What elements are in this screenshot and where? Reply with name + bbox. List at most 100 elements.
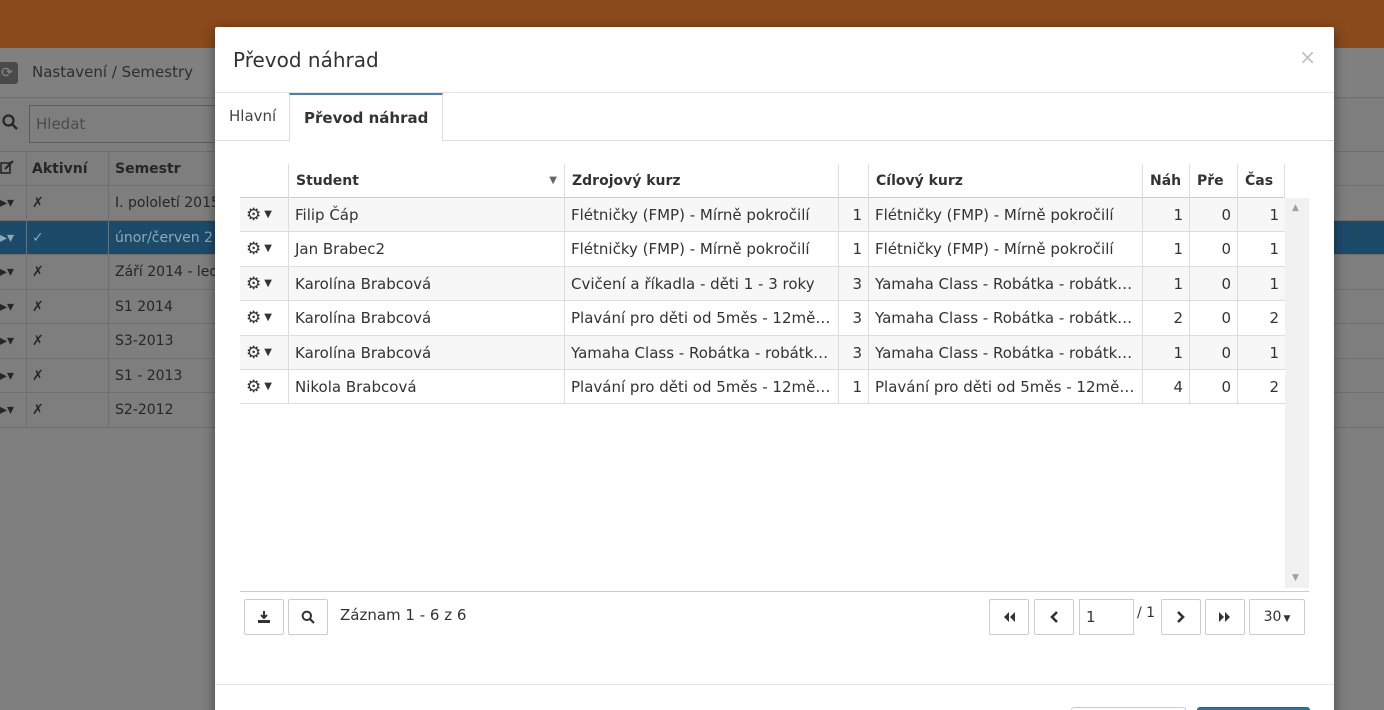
table-row[interactable]: ⚙ ▼ Karolína Brabcová Yamaha Class - Robá… — [240, 335, 1285, 370]
cell-count: 1 — [838, 198, 868, 232]
tab-transfer[interactable]: Převod náhrad — [289, 93, 444, 142]
cell-cas: 2 — [1237, 301, 1285, 336]
cell-target-course: Flétničky (FMP) - Mírně pokročilí — [868, 198, 1142, 232]
semester-name: S1 2014 — [115, 298, 173, 315]
page-number-input[interactable]: 1 — [1079, 599, 1134, 635]
table-row[interactable]: ⚙ ▼ Filip Čáp Flétničky (FMP) - Mírně pok… — [240, 198, 1285, 233]
prev-page-button[interactable] — [1034, 599, 1074, 635]
cell-cas: 2 — [1237, 369, 1285, 404]
column-header-nah[interactable]: Náh — [1142, 164, 1189, 198]
column-header-semester[interactable]: Semestr — [115, 161, 181, 177]
semester-name: únor/červen 2 — [115, 229, 213, 246]
row-actions-gear-icon[interactable]: ⚙ ▼ — [240, 198, 288, 232]
cell-target-course: Plavání pro děti od 5měs - 12měs -... — [868, 369, 1142, 404]
sort-caret-icon[interactable]: ▼ — [549, 164, 557, 198]
download-icon — [258, 611, 270, 623]
grid-search-button[interactable] — [288, 599, 328, 635]
cell-pre: 0 — [1189, 198, 1237, 232]
first-page-button[interactable] — [989, 599, 1029, 635]
cell-source-course: Plavání pro děti od 5měs - 12měs -... — [564, 301, 838, 336]
chevron-left-icon — [1050, 611, 1058, 623]
cell-pre: 0 — [1189, 301, 1237, 336]
dialog-title: Převod náhrad — [233, 48, 379, 72]
vertical-scrollbar[interactable]: ▲ ▼ — [1285, 198, 1309, 588]
breadcrumb: Nastavení / Semestry — [32, 63, 194, 81]
active-flag: ✗ — [32, 195, 44, 211]
cell-student: Filip Čáp — [288, 198, 564, 232]
cell-count: 3 — [838, 335, 868, 370]
cell-cas: 1 — [1237, 335, 1285, 370]
cell-source-course: Flétničky (FMP) - Mírně pokročilí — [564, 232, 838, 267]
cell-target-course: Yamaha Class - Robátka - robátka ... — [868, 335, 1142, 370]
close-icon[interactable]: × — [1299, 45, 1316, 69]
grid-body: ⚙ ▼ Filip Čáp Flétničky (FMP) - Mírně pok… — [240, 198, 1285, 405]
page-size-select[interactable]: 30 ▼ — [1249, 599, 1305, 635]
cell-student: Karolína Brabcová — [288, 266, 564, 301]
cell-cas: 1 — [1237, 198, 1285, 232]
transfer-grid: Student ▼ Zdrojový kurz Cílový kurz Náh P… — [240, 164, 1309, 642]
cell-target-course: Flétničky (FMP) - Mírně pokročilí — [868, 232, 1142, 267]
transfer-dialog: Převod náhrad × Hlavní Převod náhrad Stu… — [215, 27, 1334, 710]
semester-name: S3-2013 — [115, 333, 174, 349]
active-flag: ✗ — [32, 402, 44, 418]
search-input[interactable]: Hledat — [29, 105, 229, 143]
cell-student: Karolína Brabcová — [288, 335, 564, 370]
row-menu-icon[interactable]: ▸▾ — [0, 264, 26, 280]
column-header-count[interactable] — [838, 164, 868, 198]
double-chevron-right-icon — [1219, 612, 1230, 622]
row-actions-gear-icon[interactable]: ⚙ ▼ — [240, 336, 288, 370]
active-flag: ✗ — [32, 298, 44, 315]
column-header-source-course[interactable]: Zdrojový kurz — [564, 164, 838, 198]
row-actions-gear-icon[interactable]: ⚙ ▼ — [240, 370, 288, 404]
column-header-cas[interactable]: Čas — [1237, 164, 1285, 198]
row-menu-icon[interactable]: ▸▾ — [0, 195, 26, 211]
cell-nah: 2 — [1142, 301, 1189, 336]
refresh-icon[interactable]: ⟳ — [0, 62, 18, 84]
row-actions-gear-icon[interactable]: ⚙ ▼ — [240, 267, 288, 301]
cell-target-course: Yamaha Class - Robátka - robátka ... — [868, 266, 1142, 301]
cell-nah: 1 — [1142, 266, 1189, 301]
semester-name: I. pololetí 2015 — [115, 195, 220, 211]
cell-pre: 0 — [1189, 335, 1237, 370]
semester-name: S2-2012 — [115, 402, 174, 418]
cell-pre: 0 — [1189, 266, 1237, 301]
column-header-active[interactable]: Aktivní — [32, 161, 88, 177]
cell-count: 3 — [838, 301, 868, 336]
table-row[interactable]: ⚙ ▼ Nikola Brabcová Plavání pro děti od 5… — [240, 369, 1285, 405]
scroll-up-arrow-icon[interactable]: ▲ — [1292, 203, 1299, 213]
row-menu-icon[interactable]: ▸▾ — [0, 333, 26, 349]
row-actions-gear-icon[interactable]: ⚙ ▼ — [240, 232, 288, 266]
table-row[interactable]: ⚙ ▼ Karolína Brabcová Plavání pro děti od… — [240, 301, 1285, 336]
caret-down-icon: ▼ — [1283, 614, 1291, 624]
active-flag: ✗ — [32, 264, 44, 280]
active-flag: ✗ — [32, 367, 44, 384]
row-menu-icon[interactable]: ▸▾ — [0, 299, 26, 315]
scroll-down-arrow-icon[interactable]: ▼ — [1292, 573, 1299, 583]
table-row[interactable]: ⚙ ▼ Karolína Brabcová Cvičení a říkadla -… — [240, 266, 1285, 302]
column-header-target-course[interactable]: Cílový kurz — [868, 164, 1142, 198]
active-flag: ✓ — [32, 229, 44, 246]
row-actions-gear-icon[interactable]: ⚙ ▼ — [240, 301, 288, 335]
column-header-student[interactable]: Student ▼ — [288, 164, 564, 198]
tab-main[interactable]: Hlavní — [215, 93, 290, 141]
column-divider — [108, 152, 109, 427]
cell-cas: 1 — [1237, 266, 1285, 301]
record-count: Záznam 1 - 6 z 6 — [340, 606, 467, 624]
row-menu-icon[interactable]: ▸▾ — [0, 368, 26, 384]
row-menu-icon[interactable]: ▸▾ — [0, 230, 26, 246]
column-header-actions — [240, 164, 288, 198]
double-chevron-left-icon — [1004, 612, 1015, 622]
column-header-student-label: Student — [296, 173, 359, 189]
table-row[interactable]: ⚙ ▼ Jan Brabec2 Flétničky (FMP) - Mírně p… — [240, 232, 1285, 267]
cell-source-course: Flétničky (FMP) - Mírně pokročilí — [564, 198, 838, 232]
cell-student: Jan Brabec2 — [288, 232, 564, 267]
search-icon — [301, 610, 315, 624]
cell-count: 1 — [838, 232, 868, 267]
row-menu-icon[interactable]: ▸▾ — [0, 402, 26, 418]
export-download-button[interactable] — [244, 599, 284, 635]
grid-header-row: Student ▼ Zdrojový kurz Cílový kurz Náh P… — [240, 164, 1285, 198]
column-header-pre[interactable]: Pře — [1189, 164, 1237, 198]
next-page-button[interactable] — [1161, 599, 1201, 635]
cell-nah: 1 — [1142, 335, 1189, 370]
last-page-button[interactable] — [1205, 599, 1245, 635]
